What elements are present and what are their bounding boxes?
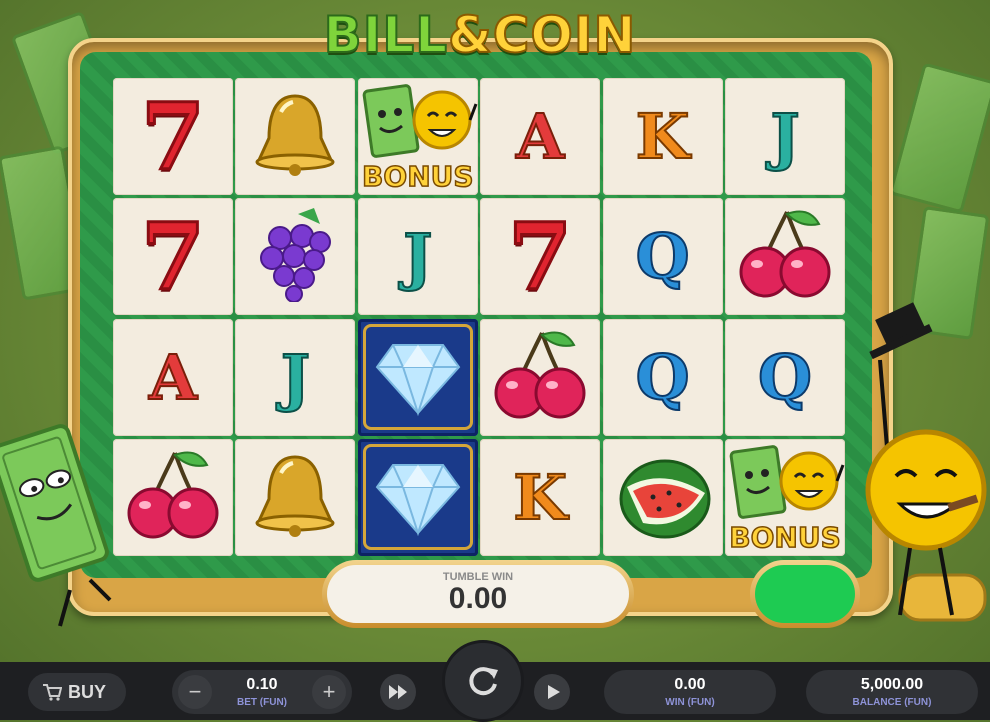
letter-j-symbol: J bbox=[769, 99, 800, 174]
reel-cell: Q bbox=[602, 198, 723, 316]
watermelon-symbol bbox=[613, 447, 713, 548]
tumble-win-panel: TUMBLE WIN 0.00 bbox=[322, 560, 634, 628]
diamond-symbol bbox=[362, 444, 473, 551]
letter-k-symbol: K bbox=[635, 99, 691, 174]
reel-cell bbox=[725, 198, 845, 316]
bonus-label: BONUS bbox=[729, 520, 842, 555]
tumble-win-label: TUMBLE WIN bbox=[442, 571, 514, 583]
reel-cell bbox=[113, 438, 233, 556]
buy-button[interactable]: BUY bbox=[28, 673, 126, 711]
letter-k-symbol: K bbox=[512, 460, 568, 535]
reel-cell: 7 bbox=[113, 78, 233, 195]
bill-character bbox=[0, 424, 112, 627]
reel-cell: J bbox=[357, 198, 478, 316]
letter-q-symbol: Q bbox=[757, 340, 813, 415]
bell-symbol bbox=[247, 86, 343, 187]
letter-a-symbol: A bbox=[148, 340, 198, 415]
reel-grid: 7 BONUS A K J 7 J 7 Q A J Q Q K BONUS bbox=[113, 78, 845, 556]
balance-label: BALANCE (FUN) bbox=[852, 697, 932, 708]
green-action-button-face bbox=[755, 565, 855, 623]
win-label: WIN (FUN) bbox=[665, 697, 715, 708]
bet-decrease-button[interactable]: − bbox=[178, 675, 212, 709]
reel-cell: 7 bbox=[113, 198, 233, 316]
seven-symbol: 7 bbox=[507, 201, 574, 312]
reel-cell bbox=[357, 318, 478, 436]
letter-j-symbol: J bbox=[402, 219, 433, 294]
reel-cell bbox=[602, 438, 723, 556]
reel-cell bbox=[235, 78, 356, 195]
cherry-symbol bbox=[490, 327, 590, 428]
cart-icon bbox=[43, 684, 62, 701]
letter-q-symbol: Q bbox=[635, 340, 691, 415]
reel-cell: 7 bbox=[480, 198, 601, 316]
win-panel: 0.00 WIN (FUN) bbox=[604, 670, 776, 714]
balance-panel: 5,000.00 BALANCE (FUN) bbox=[806, 670, 978, 714]
fast-forward-icon bbox=[389, 685, 407, 699]
bonus-label: BONUS bbox=[361, 159, 474, 194]
reel-cell bbox=[235, 438, 356, 556]
cherry-symbol bbox=[735, 206, 835, 307]
reel-cell bbox=[235, 198, 356, 316]
reel-cell bbox=[480, 318, 601, 436]
win-value: 0.00 bbox=[674, 676, 706, 693]
reel-cell: BONUS bbox=[725, 438, 845, 556]
reel-cell: A bbox=[480, 78, 601, 195]
cherry-symbol bbox=[123, 447, 223, 548]
reel-cell: J bbox=[235, 318, 356, 436]
autoplay-button[interactable] bbox=[534, 674, 570, 710]
reel-cell bbox=[357, 438, 478, 556]
letter-q-symbol: Q bbox=[635, 219, 691, 294]
seven-symbol: 7 bbox=[139, 201, 206, 312]
bet-increase-button[interactable]: + bbox=[312, 675, 346, 709]
bonus-symbol: BONUS bbox=[358, 78, 478, 195]
letter-a-symbol: A bbox=[515, 99, 565, 174]
letter-j-symbol: J bbox=[280, 340, 311, 415]
green-action-button[interactable] bbox=[750, 560, 860, 628]
refresh-icon bbox=[469, 667, 498, 696]
buy-label: BUY bbox=[68, 682, 107, 702]
title-coin: COIN bbox=[492, 5, 637, 65]
title-bill: BILL bbox=[323, 5, 449, 65]
reel-cell: BONUS bbox=[357, 78, 478, 195]
reel-cell: K bbox=[480, 438, 601, 556]
reel-cell: Q bbox=[725, 318, 845, 436]
diamond-symbol bbox=[362, 324, 473, 431]
title-ampersand: & bbox=[447, 5, 493, 65]
control-bar: BUY − 0.10 BET (FUN) + 0.00 WIN (FUN) 5,… bbox=[0, 640, 990, 722]
tumble-win-value: 0.00 bbox=[448, 582, 508, 615]
game-title: BILL&COIN bbox=[320, 5, 640, 70]
reel-cell: Q bbox=[602, 318, 723, 436]
reel-cell: A bbox=[113, 318, 233, 436]
play-icon bbox=[547, 685, 560, 699]
background-bill bbox=[888, 62, 990, 214]
bonus-symbol: BONUS bbox=[725, 439, 845, 556]
grapes-symbol bbox=[250, 206, 340, 307]
reel-cell: J bbox=[725, 78, 845, 195]
coin-character bbox=[865, 302, 987, 622]
balance-value: 5,000.00 bbox=[860, 676, 924, 693]
spin-button[interactable] bbox=[442, 640, 524, 722]
bet-panel: − 0.10 BET (FUN) + bbox=[172, 670, 352, 714]
turbo-button[interactable] bbox=[380, 674, 416, 710]
seven-symbol: 7 bbox=[139, 81, 206, 192]
bell-symbol bbox=[247, 447, 343, 548]
reel-cell: K bbox=[602, 78, 723, 195]
